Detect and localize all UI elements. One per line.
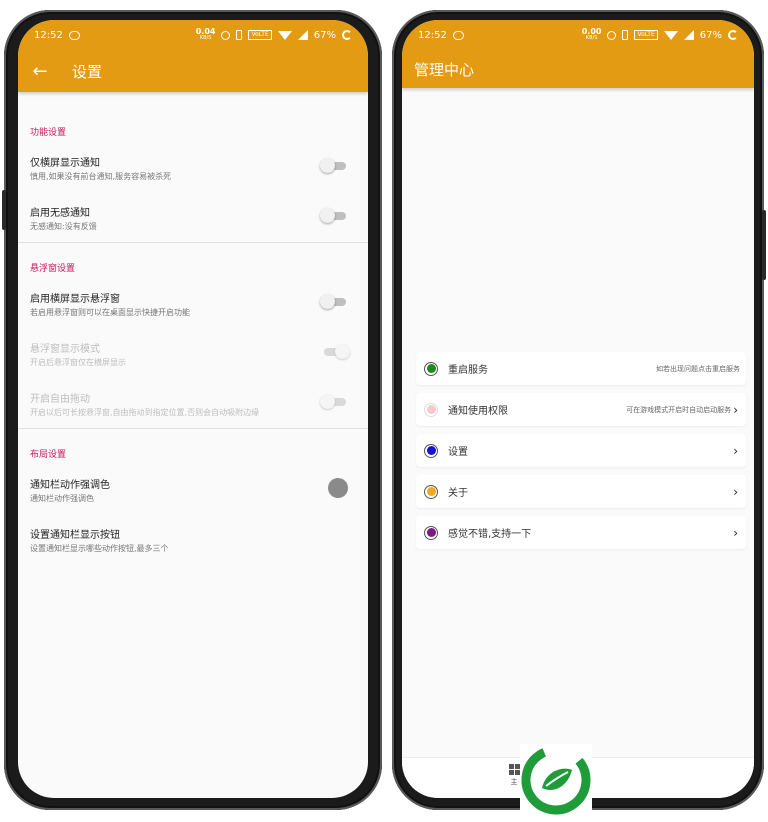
wifi-icon <box>663 30 678 40</box>
setting-floating-mode: 悬浮窗显示模式 开启后悬浮窗仅在横屏显示 <box>30 340 354 368</box>
side-button <box>762 210 766 280</box>
status-dot-icon <box>424 361 438 376</box>
signal-icon <box>683 30 694 40</box>
menu-item-restart-service[interactable]: 重启服务 如若出现问题点击重启服务 <box>416 352 746 385</box>
setting-free-drag: 开启自由拖动 开启以后可长按悬浮窗,自由拖动到指定位置,否则会自动吸附边缘 <box>30 390 354 418</box>
settings-screen: 12:52 0.04 KB/S VoLTE 67% ← 设置 功能设置 仅横屏显示… <box>18 20 368 798</box>
back-arrow-icon[interactable]: ← <box>20 61 60 82</box>
menu-item-support[interactable]: 感觉不错,支持一下 › <box>416 516 746 549</box>
alarm-icon <box>607 30 617 40</box>
toggle-switch[interactable] <box>320 158 346 173</box>
settings-app-bar: ← 设置 <box>18 50 368 92</box>
battery-icon <box>728 30 738 40</box>
status-time: 12:52 <box>418 29 447 41</box>
toggle-switch[interactable] <box>320 208 346 223</box>
setting-floating-window[interactable]: 启用横屏显示悬浮窗 若启用悬浮窗则可以在桌面显示快捷开启功能 <box>30 290 354 318</box>
battery-icon <box>342 30 352 40</box>
manage-screen: 12:52 0.00 KB/S VoLTE 67% 管理中心 重启服务 如若出现问… <box>402 20 754 798</box>
toggle-switch <box>324 344 350 359</box>
dot-fill <box>426 405 436 414</box>
side-button <box>2 190 6 230</box>
phone-icon <box>236 30 243 40</box>
toggle-switch[interactable] <box>320 294 346 309</box>
chevron-right-icon: › <box>733 443 738 458</box>
status-time: 12:52 <box>34 29 63 41</box>
battery-percent: 67% <box>699 29 722 41</box>
chevron-right-icon: › <box>733 525 738 540</box>
grid-icon <box>508 764 520 775</box>
chat-bubble-icon <box>452 30 464 40</box>
section-divider <box>18 428 368 429</box>
phone-icon <box>622 30 629 40</box>
section-divider <box>18 242 368 243</box>
alarm-icon <box>221 30 231 40</box>
phone-frame-left: 12:52 0.04 KB/S VoLTE 67% ← 设置 功能设置 仅横屏显示… <box>2 10 382 810</box>
dot-fill <box>426 528 436 537</box>
dot-fill <box>426 487 436 496</box>
color-swatch[interactable] <box>328 478 348 498</box>
leaf-logo-icon <box>521 745 591 815</box>
status-bar: 12:52 0.04 KB/S VoLTE 67% <box>18 20 368 50</box>
status-bar: 12:52 0.00 KB/S VoLTE 67% <box>402 20 754 50</box>
wifi-icon <box>277 30 292 40</box>
watermark-logo <box>520 744 592 816</box>
setting-landscape-only-notify[interactable]: 仅横屏显示通知 慎用,如果没有前台通知,服务容易被杀死 <box>30 154 354 182</box>
chevron-right-icon: › <box>733 402 738 417</box>
status-dot-icon <box>424 402 438 417</box>
setting-silent-notify[interactable]: 启用无感通知 无感通知:没有反馈 <box>30 204 354 232</box>
setting-action-accent-color[interactable]: 通知栏动作强调色 通知栏动作强调色 <box>30 476 354 504</box>
volte-badge: VoLTE <box>248 30 272 40</box>
network-speed: 0.04 KB/S <box>195 27 216 42</box>
page-title: 管理中心 <box>414 60 475 79</box>
section-header-function: 功能设置 <box>30 128 67 138</box>
chat-bubble-icon <box>68 30 80 40</box>
dot-fill <box>426 364 436 373</box>
network-speed: 0.00 KB/S <box>581 27 602 42</box>
section-header-floating: 悬浮窗设置 <box>30 264 76 274</box>
dot-fill <box>426 446 436 455</box>
status-dot-icon <box>424 443 438 458</box>
chevron-right-icon: › <box>733 484 738 499</box>
section-header-layout: 布局设置 <box>30 450 67 460</box>
menu-item-about[interactable]: 关于 › <box>416 475 746 508</box>
page-title: 设置 <box>72 62 103 81</box>
setting-notification-buttons[interactable]: 设置通知栏显示按钮 设置通知栏显示哪些动作按钮,最多三个 <box>30 526 354 554</box>
toggle-switch <box>320 394 346 409</box>
status-dot-icon <box>424 484 438 499</box>
menu-item-settings[interactable]: 设置 › <box>416 434 746 467</box>
status-dot-icon <box>424 525 438 540</box>
battery-percent: 67% <box>313 29 336 41</box>
manage-app-bar: 管理中心 <box>402 50 754 88</box>
menu-item-notification-permission[interactable]: 通知使用权限 可在游戏模式开启时自动启动服务 › <box>416 393 746 426</box>
signal-icon <box>297 30 308 40</box>
phone-frame-right: 12:52 0.00 KB/S VoLTE 67% 管理中心 重启服务 如若出现问… <box>392 10 766 810</box>
volte-badge: VoLTE <box>634 30 658 40</box>
